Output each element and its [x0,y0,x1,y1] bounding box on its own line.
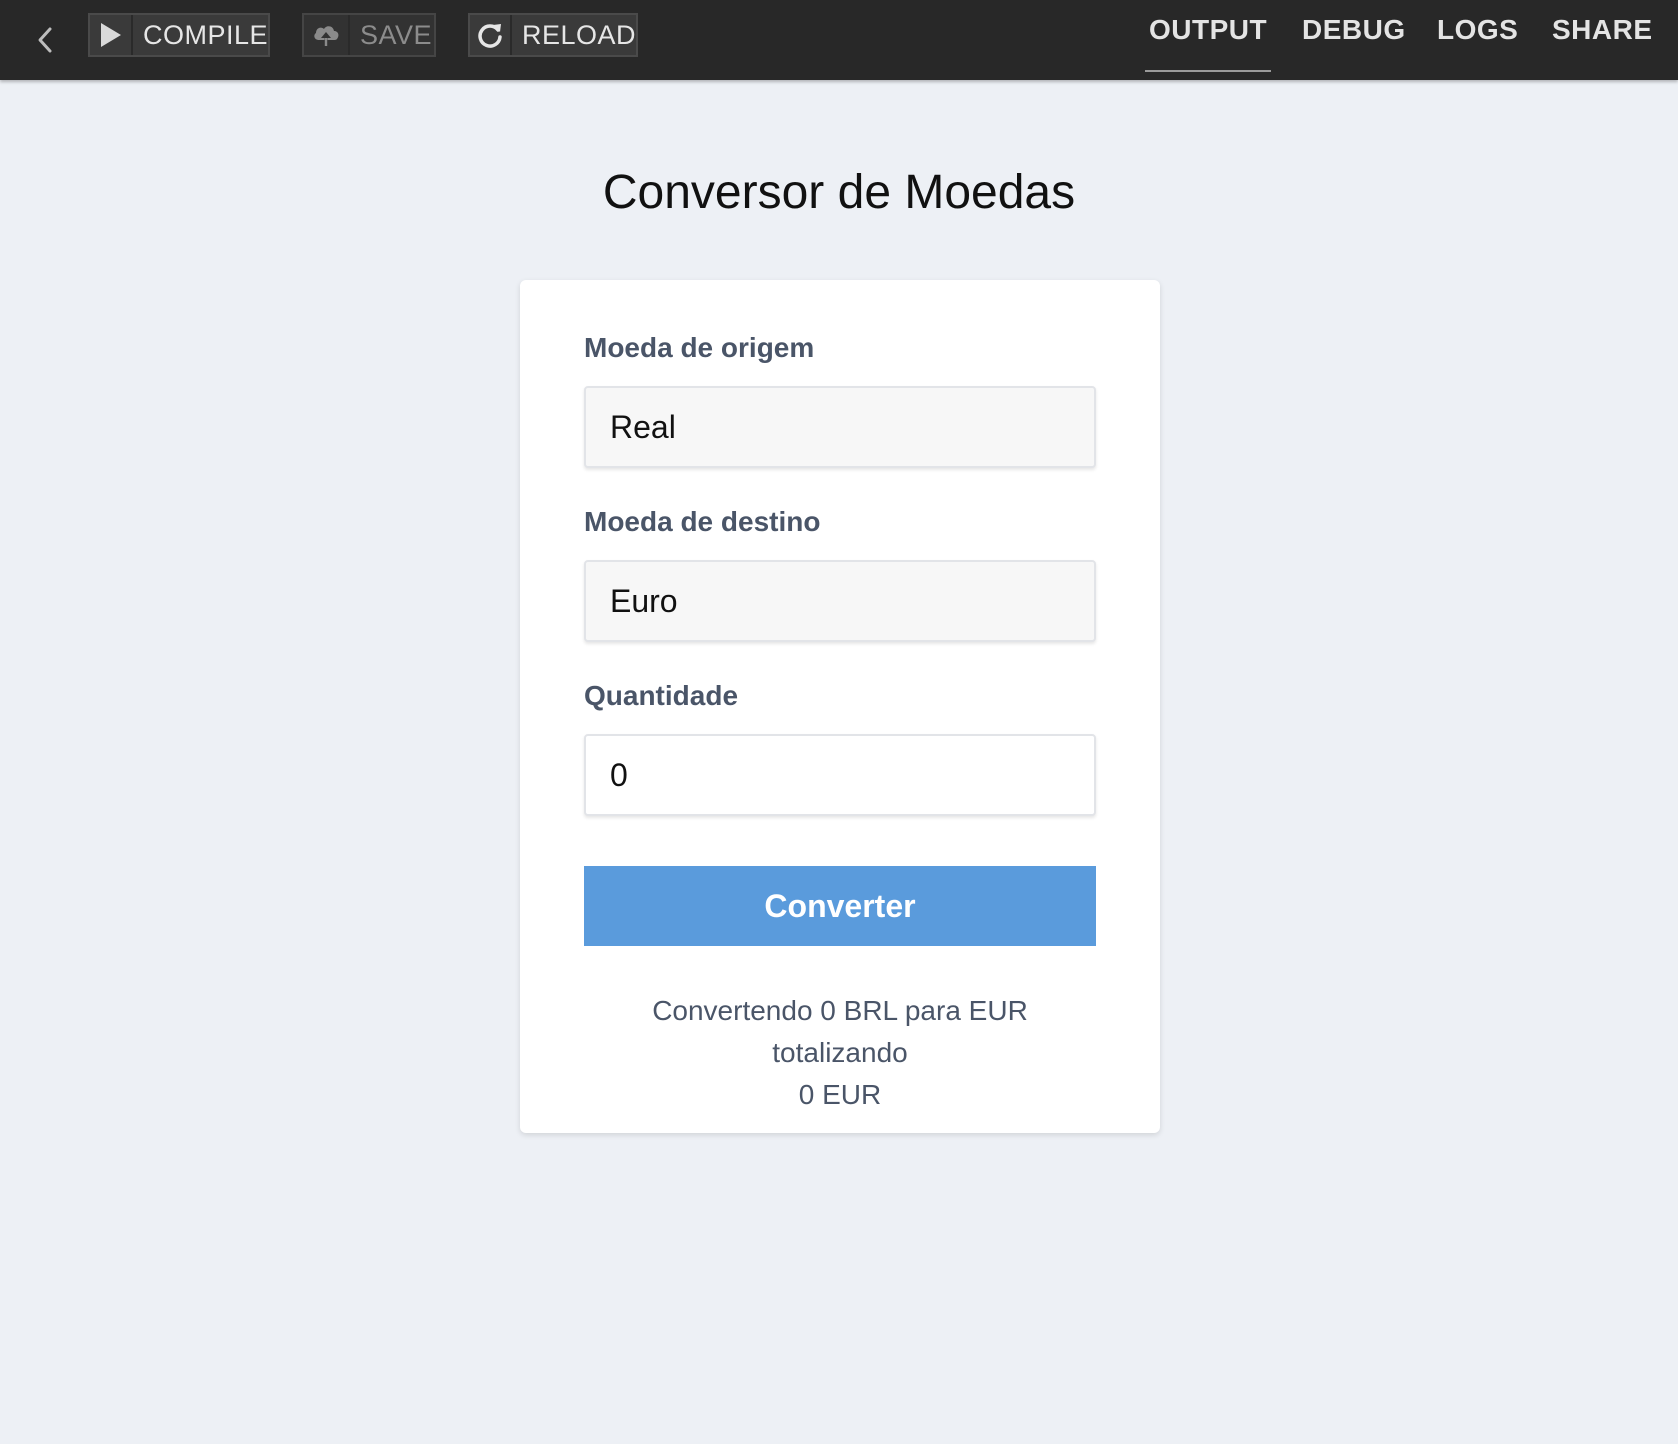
play-icon [90,15,133,55]
back-button[interactable] [30,20,60,60]
conversion-result-line: Convertendo 0 BRL para EUR totalizando [652,995,1028,1068]
reload-button-label: RELOAD [521,19,636,50]
cloud-upload-icon [304,15,350,55]
tab-share[interactable]: SHARE [1552,14,1653,58]
tab-debug[interactable]: DEBUG [1302,14,1406,58]
conversion-result: Convertendo 0 BRL para EUR totalizando 0… [584,990,1096,1116]
compile-button-label: COMPILE [142,19,268,50]
source-currency-select[interactable]: Real [584,386,1096,468]
save-button[interactable]: SAVE [302,13,436,57]
conversion-result-total: 0 EUR [798,1079,882,1110]
amount-label: Quantidade [584,680,739,711]
converter-card: Moeda de origem Real Moeda de destino Eu… [520,280,1160,1133]
tab-logs[interactable]: LOGS [1437,14,1518,58]
source-currency-label: Moeda de origem [584,332,815,363]
chevron-left-icon [38,27,52,53]
amount-input[interactable] [584,734,1096,816]
target-currency-select[interactable]: Euro [584,560,1096,642]
refresh-icon [470,15,512,55]
save-button-label: SAVE [360,19,433,50]
page-title: Conversor de Moedas [602,166,1076,219]
reload-button[interactable]: RELOAD [468,13,638,57]
target-currency-label: Moeda de destino [584,506,821,537]
top-toolbar: COMPILE SAVE RELOAD OUTPUT DEBUG LOGS SH… [0,0,1678,80]
tab-output[interactable]: OUTPUT [1145,14,1272,72]
convert-button[interactable]: Converter [584,866,1096,946]
compile-button[interactable]: COMPILE [88,13,270,57]
